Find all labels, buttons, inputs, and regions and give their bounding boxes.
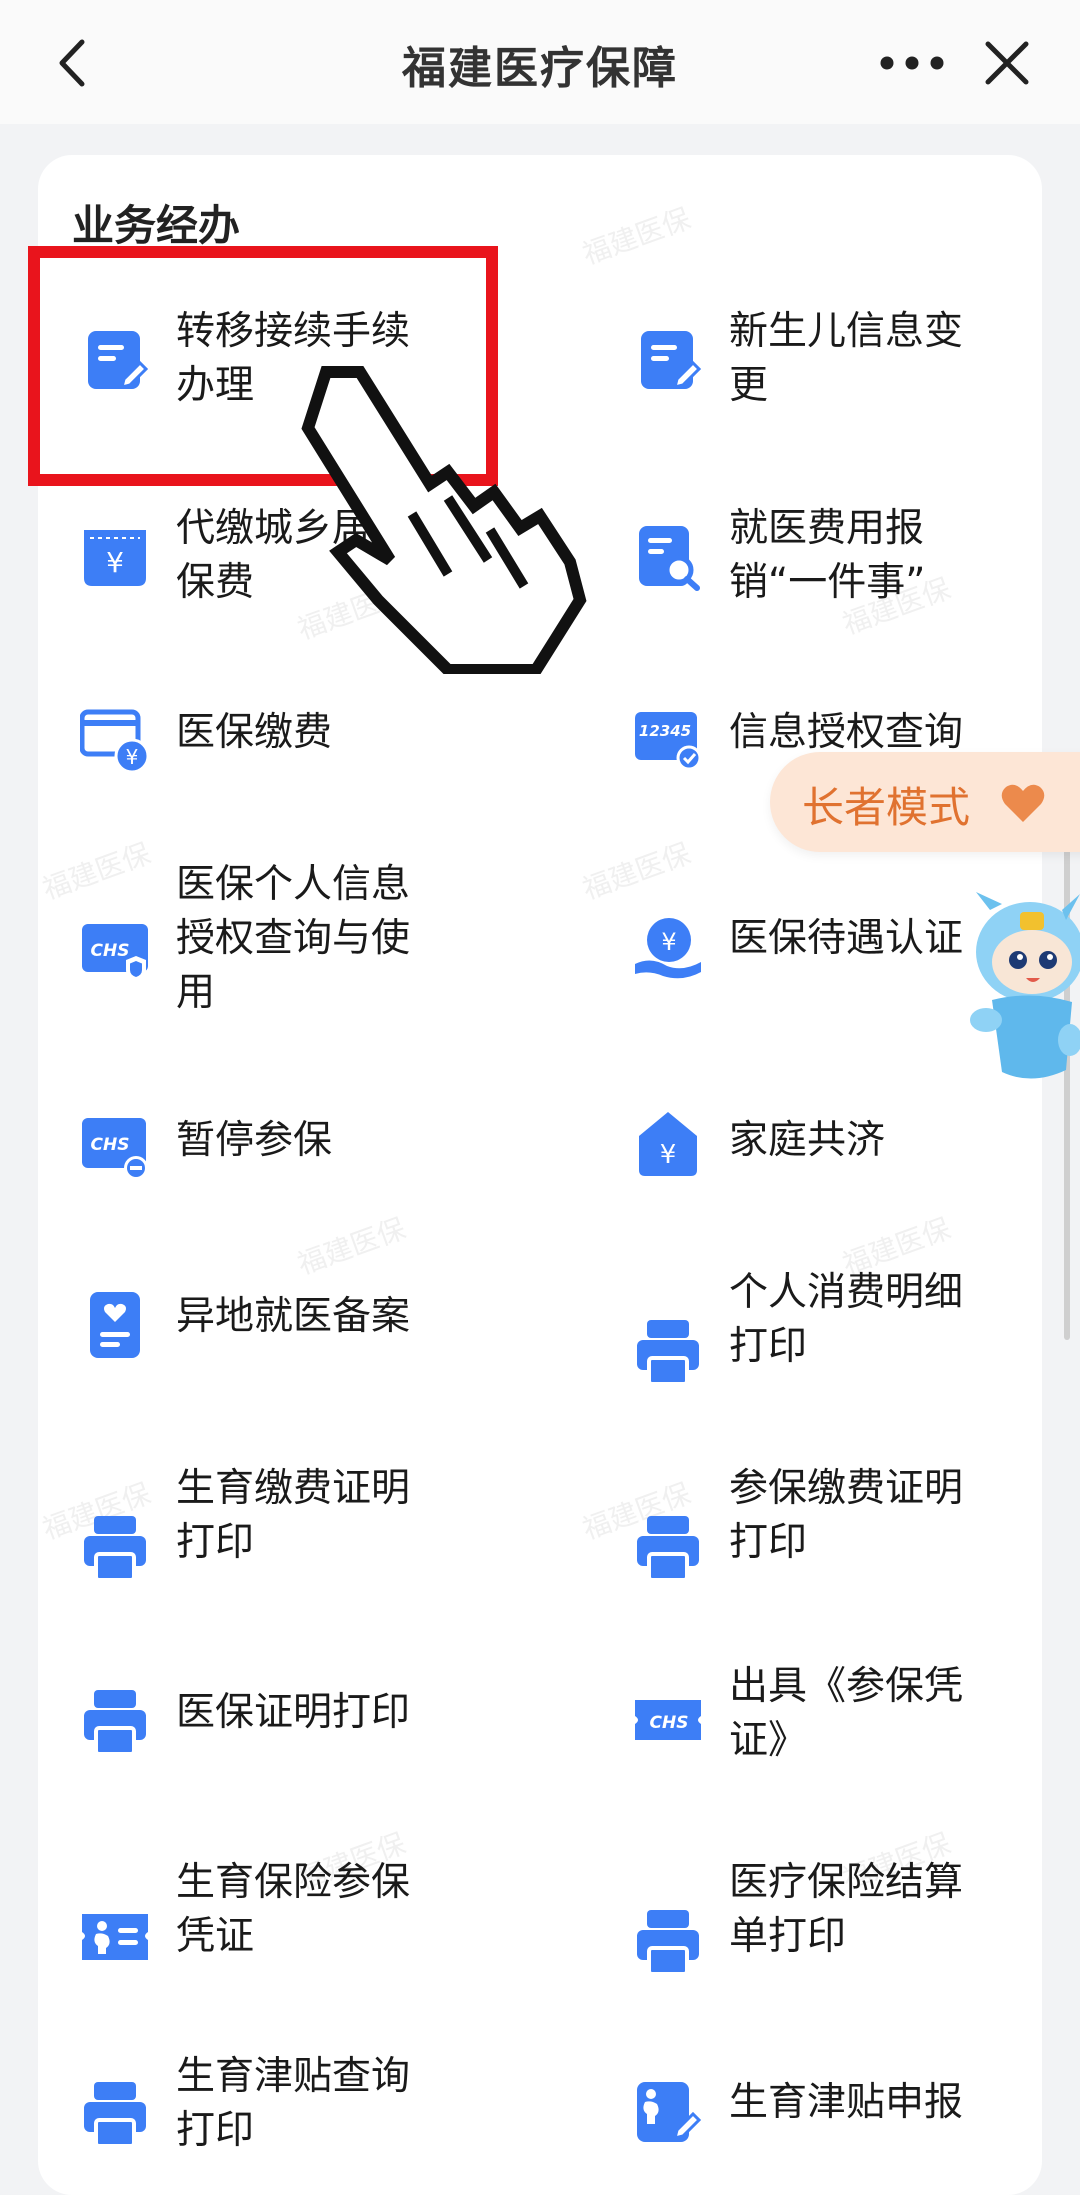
- svg-text:¥: ¥: [661, 928, 676, 956]
- service-label: 医保证明打印: [176, 1690, 411, 1735]
- svg-text:¥: ¥: [106, 546, 124, 579]
- doc-edit-icon: [641, 331, 702, 390]
- 12345-card-icon: 12345: [635, 712, 702, 771]
- mascot-icon[interactable]: [962, 890, 1080, 1090]
- service-label: 生育津贴查询打印: [176, 2054, 411, 2153]
- service-label: 暂停参保: [176, 1118, 333, 1163]
- chs-minus-icon: CHS: [82, 1118, 148, 1180]
- svg-text:CHS: CHS: [650, 1713, 689, 1733]
- svg-text:12345: 12345: [639, 722, 691, 740]
- doc-search-icon: [639, 526, 700, 591]
- house-yuan-icon: ¥: [639, 1112, 697, 1176]
- service-label: 参保缴费证明打印: [729, 1466, 964, 1565]
- printer-icon: [637, 1516, 699, 1582]
- elder-mode-button[interactable]: 长者模式: [770, 752, 1080, 852]
- printer-icon: [637, 1910, 699, 1976]
- service-label: 医疗保险结算单打印: [729, 1860, 964, 1959]
- printer-icon: [84, 1516, 146, 1582]
- doc-heart-icon: [90, 1292, 140, 1358]
- service-label: 医保个人信息授权查询与使用: [176, 862, 411, 1015]
- printer-icon: [84, 1690, 146, 1756]
- service-label: 医保待遇认证: [729, 916, 964, 961]
- chs-ticket-icon: CHS: [635, 1700, 701, 1740]
- chs-shield-icon: CHS: [82, 924, 148, 982]
- service-label: 生育缴费证明打印: [176, 1466, 411, 1565]
- more-icon[interactable]: [880, 56, 944, 70]
- card-yuan-icon: ¥: [80, 709, 150, 774]
- svg-text:¥: ¥: [126, 745, 139, 769]
- service-label: 就医费用报销“一件事”: [729, 506, 926, 605]
- section-title: 业务经办: [72, 201, 241, 250]
- maternity-card-icon: [82, 1914, 148, 1960]
- svg-text:CHS: CHS: [91, 941, 130, 961]
- service-label: 个人消费明细打印: [729, 1270, 964, 1369]
- service-label: 家庭共济: [729, 1118, 886, 1163]
- service-label: 新生儿信息变更: [729, 309, 964, 408]
- service-label: 异地就医备案: [176, 1294, 411, 1339]
- elder-mode-label: 长者模式: [802, 783, 971, 832]
- service-label: 医保缴费: [176, 710, 333, 755]
- close-icon[interactable]: [984, 40, 1030, 86]
- service-label: 出具《参保凭证》: [729, 1664, 964, 1763]
- top-bar: 福建医疗保障: [0, 0, 1080, 124]
- hand-pointer-icon: [301, 366, 587, 674]
- printer-icon: [637, 1320, 699, 1386]
- service-label: 生育保险参保凭证: [176, 1860, 411, 1959]
- heart-icon: [1001, 784, 1045, 822]
- maternity-edit-icon: [637, 2082, 702, 2142]
- svg-text:¥: ¥: [660, 1140, 677, 1170]
- service-label: 生育津贴申报: [729, 2080, 964, 2125]
- yuan-ticket-icon: ¥: [84, 530, 146, 586]
- printer-icon: [84, 2082, 146, 2148]
- hand-yuan-icon: ¥: [635, 918, 701, 979]
- svg-text:CHS: CHS: [91, 1135, 130, 1155]
